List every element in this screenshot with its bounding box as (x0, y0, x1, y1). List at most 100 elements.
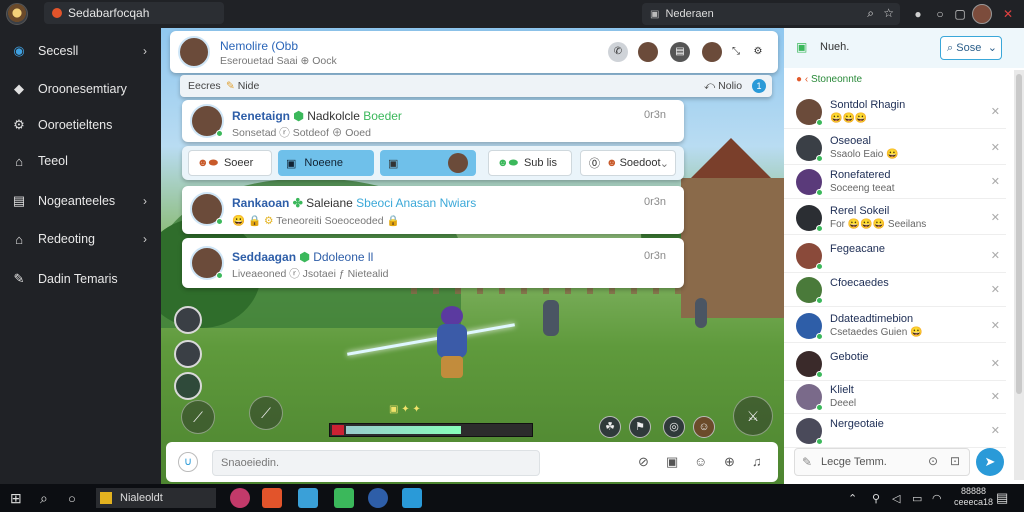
volume-icon[interactable]: ◁ (892, 488, 900, 508)
circle-icon[interactable]: ○ (932, 6, 948, 22)
filter-label: Eecres (188, 80, 221, 92)
skill-2-icon[interactable]: ⚑ (629, 416, 651, 438)
app-icon-5[interactable] (368, 488, 388, 508)
participant-avatar[interactable] (702, 42, 722, 62)
wifi-icon[interactable]: ◠ (932, 488, 942, 508)
expand-icon[interactable]: ⤡ (726, 42, 746, 62)
remove-contact-icon[interactable]: ✕ (991, 390, 1000, 403)
party-avatar[interactable] (174, 372, 202, 400)
minimize-icon[interactable]: ▢ (952, 6, 968, 22)
close-icon[interactable]: ✕ (1000, 6, 1016, 22)
contact-row[interactable]: Nergeotaie ✕ (784, 414, 1006, 448)
npc-character[interactable] (695, 298, 707, 328)
skill-3-icon[interactable]: ◎ (663, 416, 685, 438)
bell-icon[interactable]: ♫ (752, 454, 762, 469)
sidebar-item-2[interactable]: ⚙ Ooroetieltens (0, 110, 161, 140)
contact-row[interactable]: Cfoecaedes ✕ (784, 273, 1006, 307)
sticker-icon[interactable]: ▣ (666, 454, 678, 470)
clock[interactable]: 88888 ceeeca18 (954, 486, 993, 507)
taskview-icon[interactable]: ○ (68, 488, 76, 508)
contact-status: Soceeng teeat (830, 183, 895, 194)
participant-avatar[interactable] (638, 42, 658, 62)
search-icon[interactable]: ⌕ (867, 6, 874, 21)
action-button-4[interactable]: ☻⬬ Sub lis (488, 150, 572, 176)
remove-contact-icon[interactable]: ✕ (991, 175, 1000, 188)
message-card[interactable]: Rankaoan ✤ Saleiane Sbeoci Anasan Nwiars… (182, 186, 684, 234)
contact-name: Ddateadtimebion (830, 313, 914, 325)
start-icon[interactable]: ⊞ (10, 488, 22, 508)
remove-contact-icon[interactable]: ✕ (991, 141, 1000, 154)
video-icon[interactable]: ▤ (670, 42, 690, 62)
remove-contact-icon[interactable]: ✕ (991, 357, 1000, 370)
tray-chevron-icon[interactable]: ⌃ (848, 488, 857, 508)
message-input[interactable]: Snaoeiedin. (212, 450, 540, 476)
attack-sword-icon[interactable]: ⚔ (733, 396, 773, 436)
remove-contact-icon[interactable]: ✕ (991, 249, 1000, 262)
reply-input[interactable]: Lecge Temm. (794, 448, 970, 476)
search-icon[interactable]: ⌕ (40, 488, 48, 508)
contact-row[interactable]: Sontdol Rhagin 😀😀😀 ✕ (784, 95, 1006, 129)
network-icon[interactable]: ⚲ (872, 488, 880, 508)
contact-row[interactable]: Rerel Sokeil For 😀😀😀 Seeilans ✕ (784, 201, 1006, 235)
action-button-3[interactable]: ▣ (380, 150, 476, 176)
action-button-2[interactable]: ▣ Noeene (278, 150, 374, 176)
address-bar[interactable]: ▣ Nederaen ⌕ ☆ (642, 3, 900, 25)
contact-row[interactable]: Gebotie ✕ (784, 347, 1006, 381)
contact-row[interactable]: Fegeacane ✕ (784, 239, 1006, 273)
filter-value[interactable]: ✎ Nide (226, 80, 259, 92)
remove-contact-icon[interactable]: ✕ (991, 424, 1000, 437)
emoji-icon[interactable]: ☺ (694, 454, 707, 469)
contact-avatar[interactable] (178, 36, 210, 68)
contact-row[interactable]: Klielt Deeel ✕ (784, 380, 1006, 414)
contact-row[interactable]: Ronefatered Soceeng teeat ✕ (784, 165, 1006, 199)
gif-icon[interactable]: ⊘ (638, 454, 649, 470)
contacts-search[interactable]: ⌕ Sose ⌄ (940, 36, 1002, 60)
party-avatar[interactable] (174, 306, 202, 334)
app-icon-6[interactable] (402, 488, 422, 508)
call-icon[interactable]: ✆ (608, 42, 628, 62)
sidebar-item-0[interactable]: ◉ Secesll › (0, 36, 161, 66)
settings-icon[interactable]: ⚙ (748, 42, 768, 62)
joystick-icon[interactable]: ⟋ (249, 396, 283, 430)
contact-row[interactable]: Oseoeal Ssaolo Eaio 😀 ✕ (784, 131, 1006, 165)
app-icon-3[interactable] (298, 488, 318, 508)
npc-character[interactable] (543, 300, 559, 336)
message-card[interactable]: Renetaign ⬢ Nadkolcle Boeder Sonsetad ⓡ … (182, 100, 684, 142)
contacts-scrollbar[interactable] (1014, 70, 1024, 480)
scrollbar-thumb[interactable] (1016, 74, 1022, 394)
remove-contact-icon[interactable]: ✕ (991, 283, 1000, 296)
app-icon-4[interactable] (334, 488, 354, 508)
record-icon[interactable]: ● (910, 6, 926, 22)
message-card[interactable]: Seddaagan ⬢ Ddoleone ll Liveaeoned ⓡ Jso… (182, 238, 684, 288)
attach-icon[interactable]: ⊡ (950, 454, 960, 468)
contact-row[interactable]: Ddateadtimebion Csetaedes Guien 😀 ✕ (784, 309, 1006, 343)
star-icon[interactable]: ☆ (883, 6, 894, 20)
player-character[interactable] (433, 306, 471, 378)
user-avatar[interactable] (972, 4, 992, 24)
sidebar-item-6[interactable]: ✎ Dadin Temaris (0, 264, 161, 294)
remove-contact-icon[interactable]: ✕ (991, 105, 1000, 118)
taskbar-active-app[interactable]: Nialeoldt (96, 488, 216, 508)
action-dropdown[interactable]: ⓪ ☻ Soedoot ⌄ (580, 150, 676, 176)
attach-icon[interactable]: ⊕ (724, 454, 735, 470)
voice-icon[interactable]: ∪ (178, 452, 198, 472)
party-avatar[interactable] (174, 340, 202, 368)
send-button[interactable]: ➤ (976, 448, 1004, 476)
sidebar-item-5[interactable]: ⌂ Redeoting › (0, 224, 161, 254)
window-tab[interactable]: Sedabarfocqah (44, 2, 224, 24)
app-icon-1[interactable] (230, 488, 250, 508)
joystick-left-icon[interactable]: ⟋ (181, 400, 215, 434)
remove-contact-icon[interactable]: ✕ (991, 211, 1000, 224)
sidebar-item-3[interactable]: ⌂ Teeol (0, 146, 161, 176)
battery-icon[interactable]: ▭ (912, 488, 922, 508)
remove-contact-icon[interactable]: ✕ (991, 319, 1000, 332)
skill-4-icon[interactable]: ☺ (693, 416, 715, 438)
sidebar-item-1[interactable]: ◆ Oroonesemtiary (0, 74, 161, 104)
app-icon-2[interactable] (262, 488, 282, 508)
action-button-1[interactable]: ☻⬬ Soeer (188, 150, 272, 176)
right-filter[interactable]: ⤺ Nolio (704, 80, 742, 93)
sidebar-item-4[interactable]: ▤ Nogeanteeles › (0, 186, 161, 216)
clock-icon[interactable]: ⊙ (928, 454, 938, 468)
notification-icon[interactable]: ▤ (996, 488, 1008, 508)
skill-1-icon[interactable]: ☘ (599, 416, 621, 438)
